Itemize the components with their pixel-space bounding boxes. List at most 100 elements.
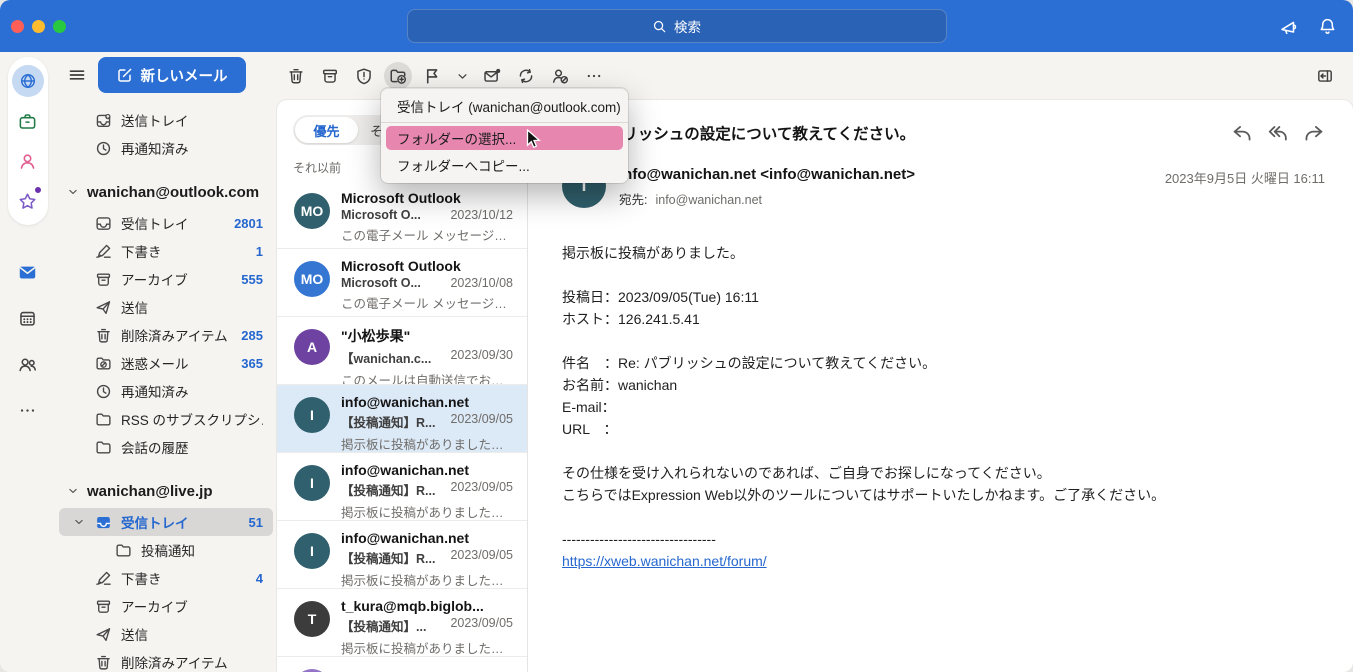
mail-body-link[interactable]: https://xweb.wanichan.net/forum/: [562, 550, 767, 572]
message-preview: この電子メール メッセージ…: [341, 297, 507, 311]
sidebar-item[interactable]: 再通知済み: [59, 377, 273, 405]
message-avatar: I: [294, 397, 330, 433]
bell-icon: [1318, 17, 1337, 36]
search-icon: [652, 19, 667, 34]
message-avatar: T: [294, 601, 330, 637]
rail-item-favorites[interactable]: [8, 181, 48, 221]
rail-item-browser[interactable]: [8, 61, 48, 101]
sync-button[interactable]: [512, 62, 540, 90]
close-window-button[interactable]: [11, 19, 24, 33]
search-input[interactable]: 検索: [406, 9, 947, 43]
chevron-down-button[interactable]: [452, 62, 472, 90]
sidebar-item[interactable]: 削除済みアイテム: [59, 648, 273, 672]
minimize-window-button[interactable]: [32, 19, 45, 33]
message-row[interactable]: Tt_kura@mqb.biglob... 【投稿通知】... 2023/09/05…: [277, 588, 527, 656]
flag-button[interactable]: [418, 62, 446, 90]
message-sender: "小松歩果": [341, 328, 411, 344]
toggle-sidebar-button[interactable]: [63, 61, 91, 89]
sidebar-item[interactable]: 会話の履歴: [59, 433, 273, 461]
rail-item-work[interactable]: [8, 101, 48, 141]
message-texts: Microsoft Outlook Microsoft O... 2023/10/0…: [341, 258, 513, 316]
clock-icon: [95, 383, 112, 400]
sidebar-item[interactable]: 受信トレイ 2801: [59, 209, 273, 237]
zoom-window-button[interactable]: [53, 19, 66, 33]
block-sender-button[interactable]: [546, 62, 574, 90]
module-calendar-button[interactable]: [8, 295, 48, 341]
sidebar-item[interactable]: 下書き 1: [59, 237, 273, 265]
message-sender: Microsoft Outlook: [341, 258, 461, 274]
inbox-filled-icon: [95, 514, 112, 531]
message-row[interactable]: M: [277, 656, 527, 672]
mail-body-line: [562, 330, 1325, 352]
mark-unread-button[interactable]: [478, 62, 506, 90]
message-row[interactable]: Iinfo@wanichan.net 【投稿通知】R... 2023/09/05 掲示…: [277, 520, 527, 588]
tab-focused[interactable]: 優先: [295, 117, 358, 143]
sidebar-item-label: 受信トレイ: [121, 217, 189, 232]
message-preview: 掲示板に投稿がありました…: [341, 574, 504, 588]
module-more-button[interactable]: [8, 387, 48, 433]
message-texts: "小松歩果" 【wanichan.c... 2023/09/30 このメールは自動送信…: [341, 326, 513, 388]
titlebar-actions: [1276, 14, 1339, 38]
sidebar-item-label: アーカイブ: [121, 273, 188, 288]
report-shield-button[interactable]: [350, 62, 378, 90]
message-row[interactable]: Iinfo@wanichan.net 【投稿通知】R... 2023/09/05 掲示…: [277, 452, 527, 520]
sidebar-item[interactable]: 受信トレイ 51: [59, 508, 273, 536]
sidebar-item[interactable]: 送信: [59, 620, 273, 648]
star-icon: [18, 192, 37, 211]
message-actions: [1231, 122, 1325, 144]
outlook-window: 検索 新しいメール 送信トレイ 再通知済み wanichan@outlook.c…: [0, 0, 1353, 672]
message-subject-line: 【投稿通知】R... 2023/09/05: [341, 480, 513, 499]
megaphone-icon: [1279, 17, 1298, 36]
toolbar-actions: [282, 62, 608, 90]
forward-button[interactable]: [1303, 122, 1325, 144]
sidebar-item[interactable]: アーカイブ 555: [59, 265, 273, 293]
move-to-folder-menu: 受信トレイ (wanichan@outlook.com) フォルダーの選択... フ…: [381, 88, 628, 183]
inbox-icon: [95, 215, 112, 232]
rail-item-profile[interactable]: [8, 141, 48, 181]
trash-icon: [95, 654, 112, 671]
mail-date: 2023年9月5日 火曜日 16:11: [1164, 171, 1325, 186]
sidebar-item[interactable]: 再通知済み: [59, 134, 273, 162]
message-subject-line: Microsoft O... 2023/10/12: [341, 208, 513, 222]
trash-button[interactable]: [282, 62, 310, 90]
account-header[interactable]: wanichan@live.jp: [55, 474, 277, 508]
message-texts: info@wanichan.net 【投稿通知】R... 2023/09/05 掲示板…: [341, 530, 513, 588]
menu-item[interactable]: フォルダーの選択...: [386, 126, 623, 150]
mail-body-line: お名前：wanichan: [562, 377, 678, 393]
draft-icon: [95, 243, 112, 260]
reply-button[interactable]: [1231, 122, 1253, 144]
move-to-folder-button[interactable]: [384, 62, 412, 90]
mail-body-line: 掲示板に投稿がありました。: [562, 245, 744, 261]
sidebar-item[interactable]: 送信トレイ: [59, 106, 273, 134]
sidebar-item[interactable]: 投稿通知: [59, 536, 273, 564]
message-subject-line: 【投稿通知】... 2023/09/05: [341, 616, 513, 635]
trash-icon: [95, 327, 112, 344]
sidebar-item[interactable]: 削除済みアイテム 285: [59, 321, 273, 349]
module-switcher: [8, 249, 48, 433]
collapse-pane-button[interactable]: [1311, 62, 1339, 90]
sidebar-item[interactable]: RSS のサブスクリプシ…: [59, 405, 273, 433]
new-mail-button[interactable]: 新しいメール: [98, 57, 246, 93]
message-row[interactable]: MO Microsoft Outlook Microsoft O... 2023/10…: [277, 248, 527, 316]
sidebar-item[interactable]: 下書き 4: [59, 564, 273, 592]
sidebar-item[interactable]: 送信: [59, 293, 273, 321]
more-button[interactable]: [580, 62, 608, 90]
person-icon: [18, 152, 37, 171]
feedback-button[interactable]: [1276, 14, 1300, 38]
menu-item[interactable]: 受信トレイ (wanichan@outlook.com): [381, 93, 628, 119]
message-row[interactable]: A "小松歩果" 【wanichan.c... 2023/09/30 このメールは自動送…: [277, 316, 527, 388]
mail-body-line: [562, 440, 1325, 462]
sidebar-item[interactable]: アーカイブ: [59, 592, 273, 620]
account-header[interactable]: wanichan@outlook.com: [55, 175, 277, 209]
module-mail-button[interactable]: [8, 249, 48, 295]
reply-all-button[interactable]: [1267, 122, 1289, 144]
module-people-button[interactable]: [8, 341, 48, 387]
globe-icon: [19, 72, 37, 90]
notifications-button[interactable]: [1315, 14, 1339, 38]
message-row[interactable]: MO Microsoft Outlook Microsoft O... 2023/10…: [277, 180, 527, 248]
menu-item[interactable]: フォルダーへコピー...: [381, 152, 628, 178]
sidebar-item[interactable]: 迷惑メール 365: [59, 349, 273, 377]
folder-list: 送信トレイ 再通知済み wanichan@outlook.com 受信トレイ 2801 下…: [55, 98, 277, 672]
message-row[interactable]: Iinfo@wanichan.net 【投稿通知】R... 2023/09/05 掲示…: [277, 384, 527, 452]
archive-button[interactable]: [316, 62, 344, 90]
